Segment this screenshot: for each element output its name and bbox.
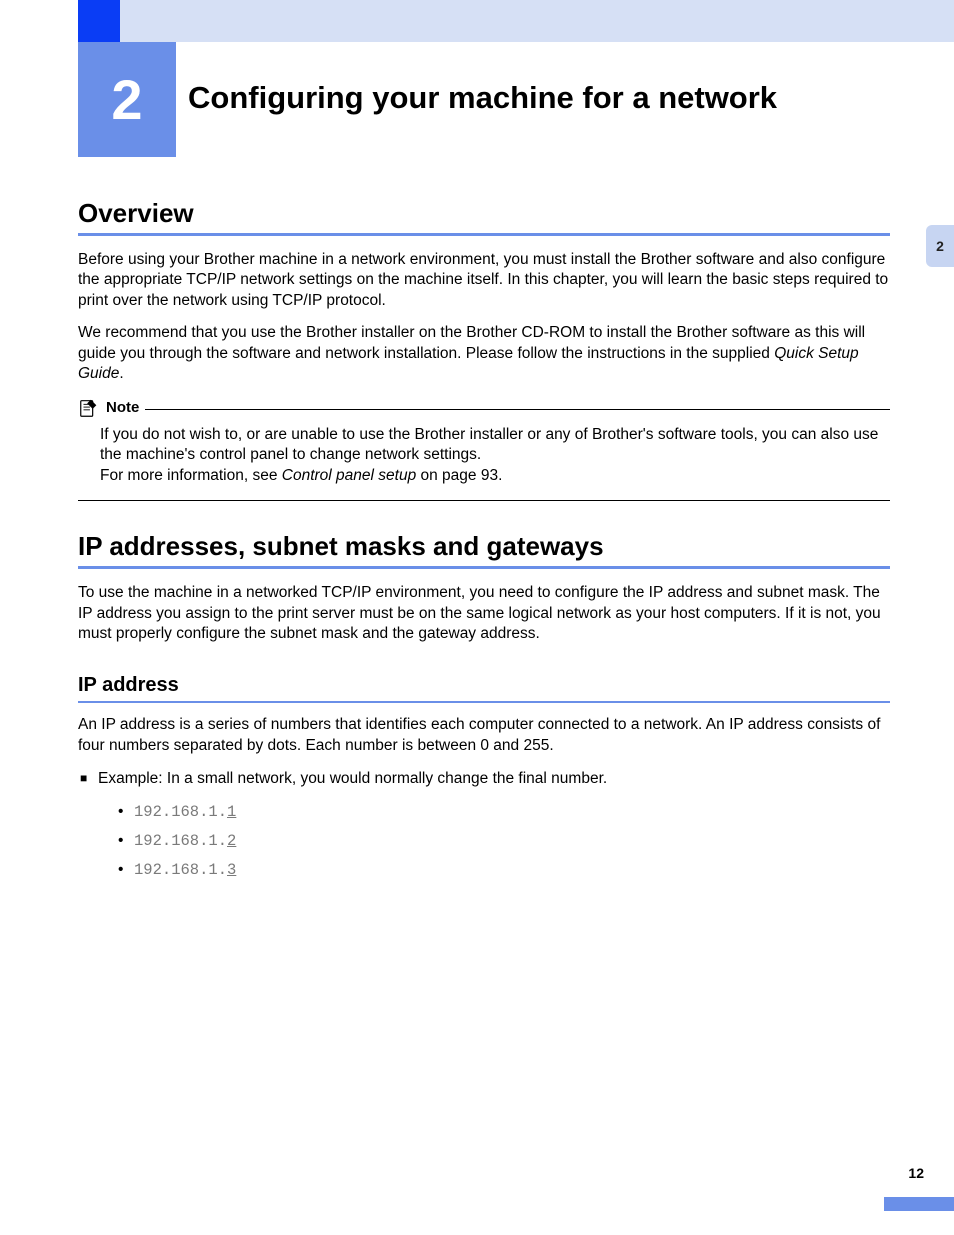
side-tab: 2 xyxy=(926,225,954,267)
ip-address-para: An IP address is a series of numbers tha… xyxy=(78,715,890,756)
section-rule xyxy=(78,566,890,569)
overview-para-2b: . xyxy=(119,365,123,382)
note-end-rule xyxy=(78,500,890,501)
note-line-2: For more information, see Control panel … xyxy=(100,466,890,486)
ip-example-2: 192.168.1.2 xyxy=(134,832,236,850)
ip-example-item: 192.168.1.3 xyxy=(118,856,890,885)
control-panel-setup-ref: Control panel setup xyxy=(282,467,416,484)
ip-example-list: 192.168.1.1 192.168.1.2 192.168.1.3 xyxy=(118,798,890,885)
page-number: 12 xyxy=(908,1165,924,1181)
ip-address-heading: IP address xyxy=(78,674,890,697)
ip-section-para: To use the machine in a networked TCP/IP… xyxy=(78,583,890,644)
ip-last-digit: 2 xyxy=(227,832,236,850)
subsection-rule xyxy=(78,701,890,703)
ip-example-item: 192.168.1.1 xyxy=(118,798,890,827)
ip-example-1: 192.168.1.1 xyxy=(134,803,236,821)
overview-para-1: Before using your Brother machine in a n… xyxy=(78,250,890,311)
ip-last-digit: 1 xyxy=(227,803,236,821)
example-intro-list: Example: In a small network, you would n… xyxy=(80,768,890,790)
ip-last-digit: 3 xyxy=(227,861,236,879)
ip-prefix: 192.168.1. xyxy=(134,832,227,850)
ip-prefix: 192.168.1. xyxy=(134,861,227,879)
side-tab-label: 2 xyxy=(936,238,944,254)
ip-section-heading: IP addresses, subnet masks and gateways xyxy=(78,531,890,562)
note-line-1: If you do not wish to, or are unable to … xyxy=(100,425,890,466)
example-intro: Example: In a small network, you would n… xyxy=(80,768,890,790)
note-icon xyxy=(78,397,100,419)
section-rule xyxy=(78,233,890,236)
content-area: Overview Before using your Brother machi… xyxy=(78,190,890,885)
note-label: Note xyxy=(106,399,139,416)
ip-prefix: 192.168.1. xyxy=(134,803,227,821)
ip-example-3: 192.168.1.3 xyxy=(134,861,236,879)
chapter-number: 2 xyxy=(111,67,142,132)
note-header: Note xyxy=(78,397,890,419)
note-line-2b: on page 93. xyxy=(416,467,502,484)
overview-heading: Overview xyxy=(78,198,890,229)
chapter-number-box: 2 xyxy=(78,42,176,157)
note-body: If you do not wish to, or are unable to … xyxy=(100,425,890,486)
header-bar xyxy=(120,0,954,42)
footer-accent-bar xyxy=(884,1197,954,1211)
manual-page: 2 Configuring your machine for a network… xyxy=(0,0,954,1235)
overview-para-2a: We recommend that you use the Brother in… xyxy=(78,324,865,361)
ip-example-item: 192.168.1.2 xyxy=(118,827,890,856)
note-header-line xyxy=(145,409,890,410)
note-block: Note If you do not wish to, or are unabl… xyxy=(78,397,890,501)
overview-para-2: We recommend that you use the Brother in… xyxy=(78,323,890,384)
note-line-2a: For more information, see xyxy=(100,467,282,484)
chapter-title: Configuring your machine for a network xyxy=(188,80,777,116)
header-accent-square xyxy=(78,0,120,42)
